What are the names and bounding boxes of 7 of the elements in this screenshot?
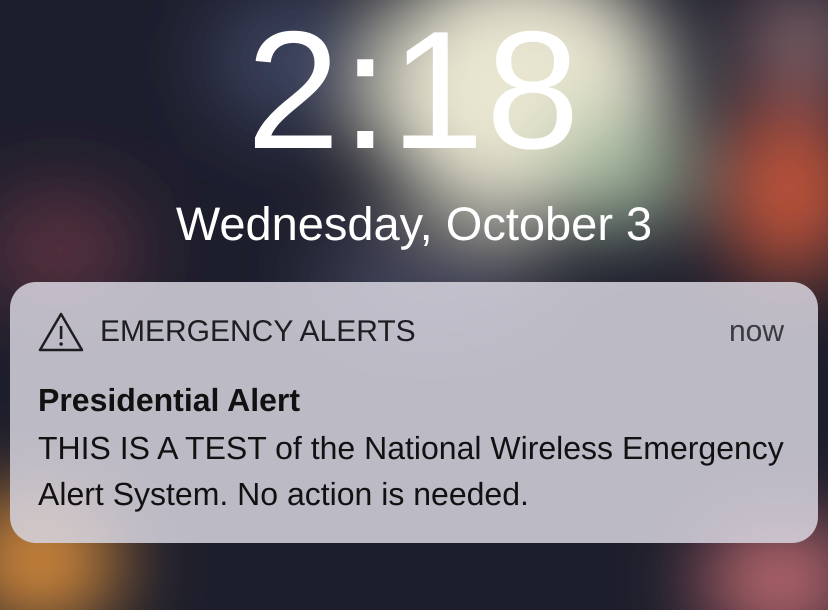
date-label: Wednesday, October 3	[176, 198, 652, 250]
notification-body: THIS IS A TEST of the National Wireless Emergency Alert System. No action is needed.	[38, 428, 785, 514]
notification-title: Presidential Alert	[38, 382, 302, 419]
notification-time: now	[728, 314, 784, 349]
app-name: EMERGENCY ALERTS	[100, 314, 417, 349]
notification-card[interactable]: EMERGENCY ALERTS now Presidential Alert THIS IS A TEST of the National Wireless Emergency Alert System. No action is needed.	[10, 282, 818, 543]
warning-icon	[38, 312, 84, 352]
